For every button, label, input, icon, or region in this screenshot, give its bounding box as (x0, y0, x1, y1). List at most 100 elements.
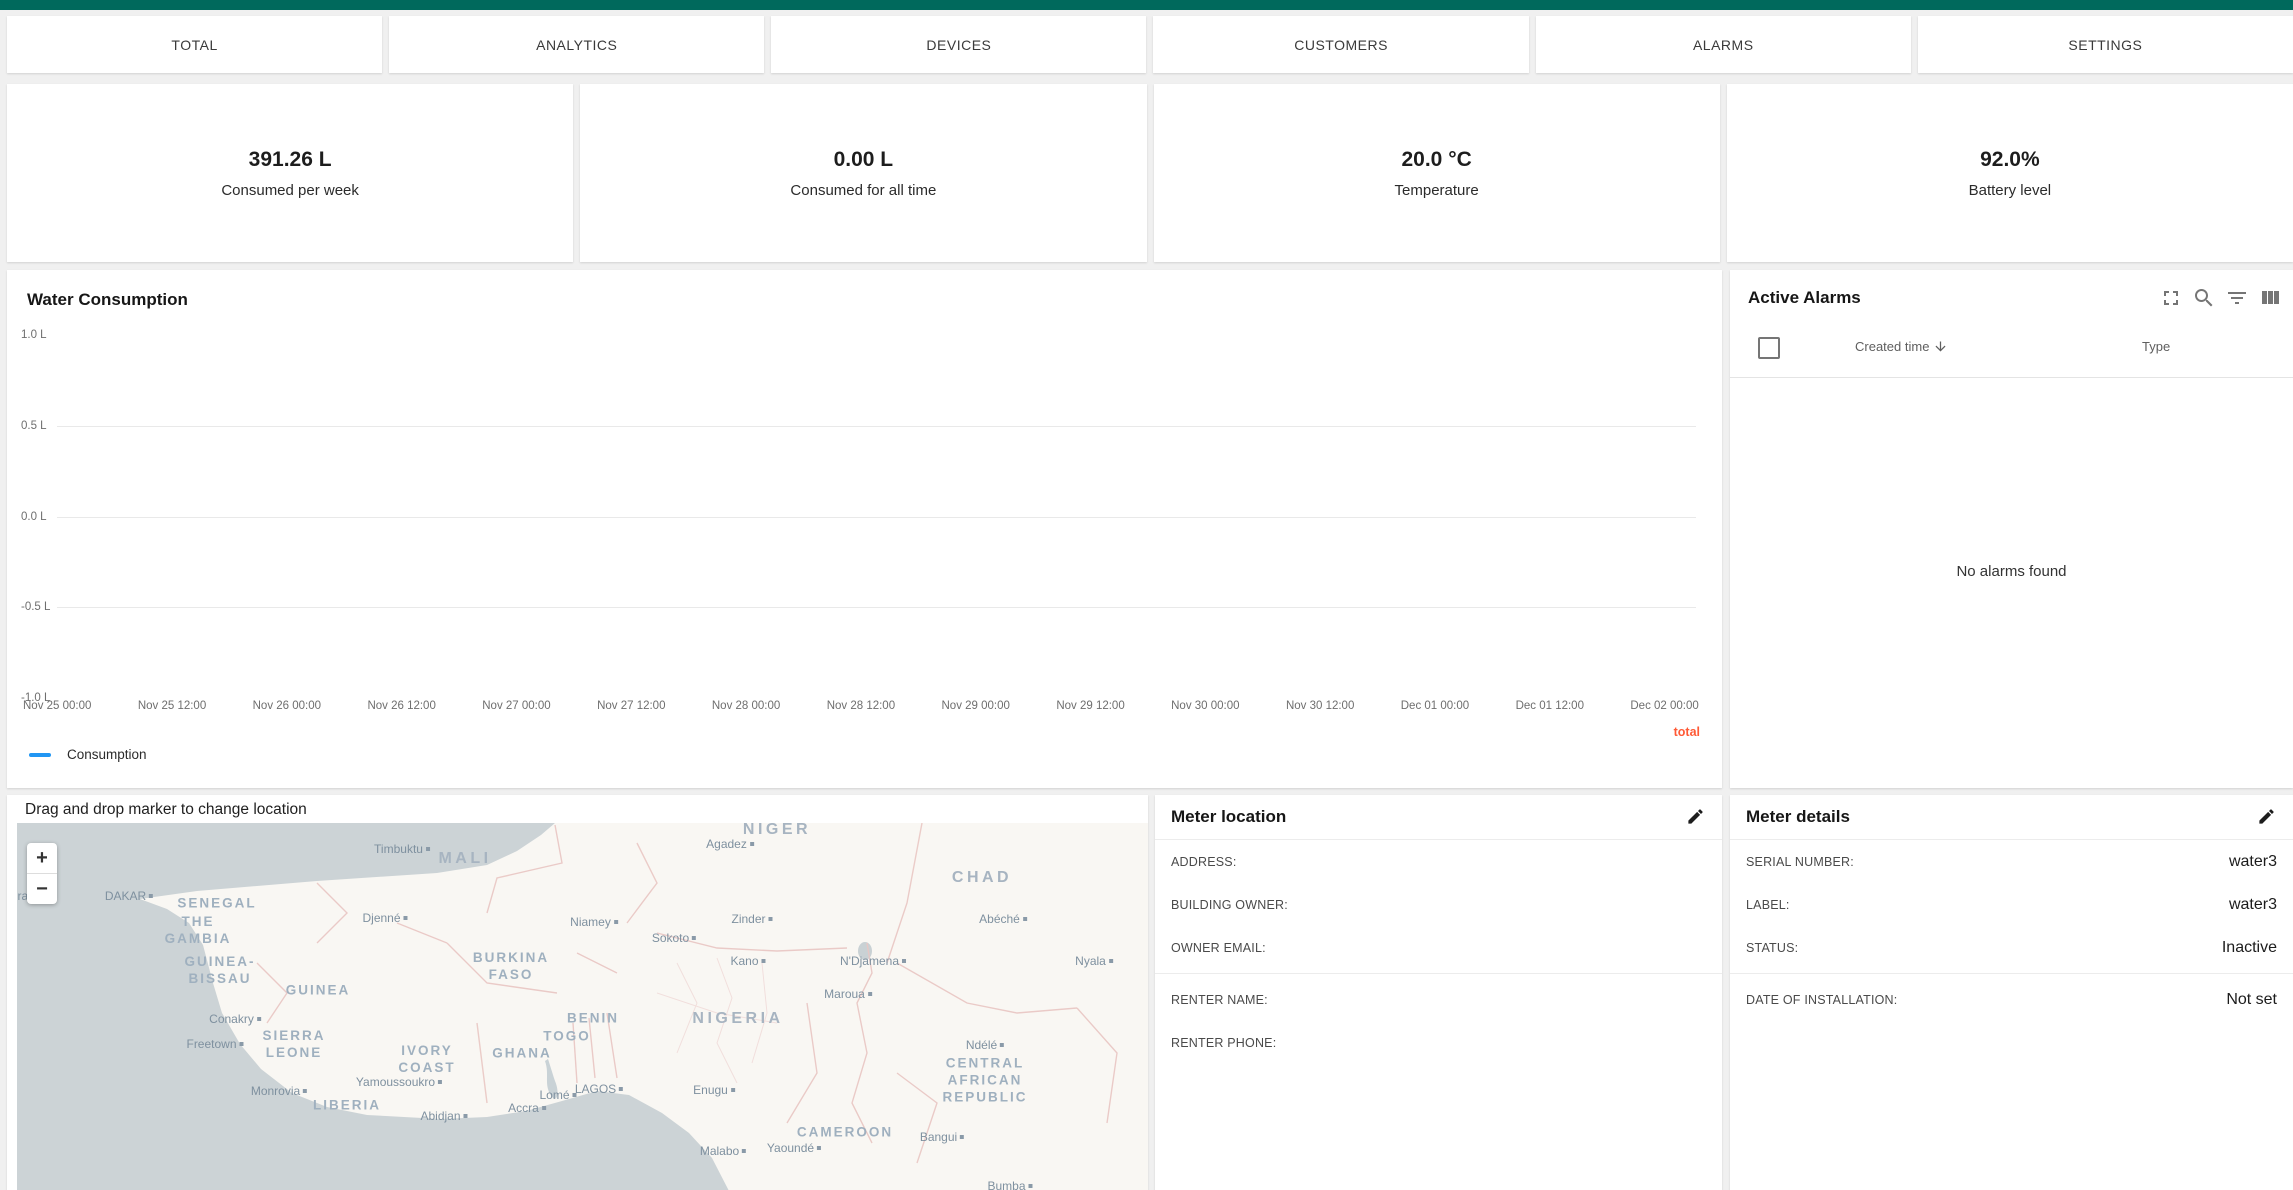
field-label: STATUS: (1746, 941, 1798, 955)
field-installation-date: DATE OF INSTALLATION: Not set (1730, 978, 2293, 1021)
panel-header: Meter details (1730, 795, 2293, 840)
x-axis-tick: Dec 01 00:00 (1401, 700, 1469, 712)
tab-customers[interactable]: CUSTOMERS (1153, 16, 1528, 73)
stat-value: 391.26 L (249, 148, 332, 172)
field-value: water3 (2229, 896, 2277, 914)
water-consumption-widget: Water Consumption 1.0 L 0.5 L 0.0 L -0.5… (7, 270, 1722, 788)
gridline (57, 426, 1696, 427)
legend-item-consumption[interactable]: Consumption (29, 747, 147, 762)
field-label: LABEL: (1746, 898, 1790, 912)
map-city-label: Agadez (706, 837, 754, 851)
x-axis: Nov 25 00:00Nov 25 12:00Nov 26 00:00Nov … (23, 700, 1699, 712)
map-country-label: SENEGAL (177, 896, 256, 913)
stat-card-consumed-week: 391.26 L Consumed per week (7, 84, 573, 262)
map-country-label: MALI (438, 849, 491, 869)
map-city-label: DAKAR (105, 889, 153, 903)
stat-value: 20.0 °C (1401, 148, 1471, 172)
stat-card-consumed-all-time: 0.00 L Consumed for all time (580, 84, 1146, 262)
map-city-label: Zinder (731, 912, 772, 926)
map-country-label: BENIN (567, 1011, 619, 1028)
map-city-label: Bumba (987, 1179, 1032, 1190)
field-renter-phone: RENTER PHONE: (1155, 1021, 1722, 1064)
x-axis-tick: Nov 25 12:00 (138, 700, 206, 712)
map-country-label: THE GAMBIA (165, 914, 232, 948)
select-all-checkbox[interactable] (1758, 337, 1780, 359)
map-city-label: Accra (508, 1101, 546, 1115)
x-axis-tick: Nov 28 12:00 (827, 700, 895, 712)
x-axis-tick: Nov 28 00:00 (712, 700, 780, 712)
field-label: OWNER EMAIL: (1171, 941, 1266, 955)
stat-value: 0.00 L (834, 148, 894, 172)
map-city-label: Nyala (1075, 954, 1113, 968)
section-divider (1730, 973, 2293, 974)
search-icon[interactable] (2192, 286, 2216, 310)
column-header-type[interactable]: Type (2142, 339, 2170, 354)
tab-devices[interactable]: DEVICES (771, 16, 1146, 73)
panel-header: Meter location (1155, 795, 1722, 840)
dashboard-screen: TOTAL ANALYTICS DEVICES CUSTOMERS ALARMS… (0, 0, 2293, 1190)
zoom-out-button[interactable]: − (27, 873, 57, 904)
column-header-created-time[interactable]: Created time (1855, 339, 1948, 354)
map-country-label: GUINEA (286, 983, 351, 1000)
map-city-label: Yamoussoukro (356, 1075, 442, 1089)
map-city-label: LAGOS (575, 1082, 623, 1096)
stat-label: Battery level (1969, 182, 2052, 199)
stat-label: Temperature (1395, 182, 1479, 199)
map-zoom-control: + − (27, 843, 57, 904)
total-link[interactable]: total (1674, 725, 1700, 739)
table-header-divider (1730, 377, 2293, 378)
map-country-label: CAMEROON (797, 1125, 893, 1142)
field-label: BUILDING OWNER: (1171, 898, 1288, 912)
field-label: SERIAL NUMBER: (1746, 855, 1854, 869)
map-city-label: Lomé (539, 1088, 576, 1102)
y-axis-tick: 1.0 L (21, 329, 47, 341)
edit-pencil-icon[interactable] (2257, 807, 2277, 827)
zoom-in-button[interactable]: + (27, 843, 57, 873)
map-country-label: CHAD (952, 868, 1012, 888)
filter-icon[interactable] (2225, 286, 2249, 310)
field-address: ADDRESS: (1155, 840, 1722, 883)
map-widget: Drag and drop marker to change location (7, 795, 1148, 1190)
columns-icon[interactable] (2258, 286, 2282, 310)
map-country-label: SIERRA LEONE (262, 1028, 325, 1062)
map-city-label: Nouakchott (576, 823, 644, 826)
map-country-label: BURKINA FASO (473, 950, 549, 984)
map-country-label: NIGERIA (692, 1009, 783, 1029)
tab-total[interactable]: TOTAL (7, 16, 382, 73)
map-city-label: N'Djamena (840, 954, 906, 968)
edit-pencil-icon[interactable] (1686, 807, 1706, 827)
active-alarms-widget: Active Alarms Created time Type No alarm… (1730, 270, 2293, 788)
map-city-label: Maroua (824, 987, 872, 1001)
x-axis-tick: Nov 25 00:00 (23, 700, 91, 712)
field-status: STATUS: Inactive (1730, 926, 2293, 969)
field-label: RENTER PHONE: (1171, 1036, 1276, 1050)
stat-cards-row: 391.26 L Consumed per week 0.00 L Consum… (7, 84, 2293, 262)
column-label: Created time (1855, 339, 1929, 354)
fullscreen-icon[interactable] (2159, 286, 2183, 310)
field-label: RENTER NAME: (1171, 993, 1268, 1007)
legend-color-dash (29, 753, 51, 757)
tab-alarms[interactable]: ALARMS (1536, 16, 1911, 73)
x-axis-tick: Nov 30 00:00 (1171, 700, 1239, 712)
map-city-label: Niamey (570, 915, 618, 929)
x-axis-tick: Nov 30 12:00 (1286, 700, 1354, 712)
tab-settings[interactable]: SETTINGS (1918, 16, 2293, 73)
map-city-label: Djenné (362, 911, 407, 925)
map-canvas[interactable]: MALINIGERCHADNIGERIASENEGALTHE GAMBIAGUI… (17, 823, 1148, 1190)
map-city-label: Sokoto (652, 931, 696, 945)
map-city-label: Conakry (209, 1012, 261, 1026)
field-owner-email: OWNER EMAIL: (1155, 926, 1722, 969)
x-axis-tick: Nov 27 12:00 (597, 700, 665, 712)
map-city-label: Enugu (693, 1083, 735, 1097)
chart-title: Water Consumption (27, 290, 188, 310)
field-label: ADDRESS: (1171, 855, 1237, 869)
field-building-owner: BUILDING OWNER: (1155, 883, 1722, 926)
map-country-label: LIBERIA (313, 1098, 381, 1115)
x-axis-tick: Nov 27 00:00 (482, 700, 550, 712)
y-axis-tick: -0.5 L (21, 601, 50, 613)
tab-analytics[interactable]: ANALYTICS (389, 16, 764, 73)
map-city-label: Freetown (186, 1037, 243, 1051)
stat-label: Consumed per week (221, 182, 359, 199)
empty-table-message: No alarms found (1730, 563, 2293, 580)
map-city-label: Malabo (700, 1144, 746, 1158)
